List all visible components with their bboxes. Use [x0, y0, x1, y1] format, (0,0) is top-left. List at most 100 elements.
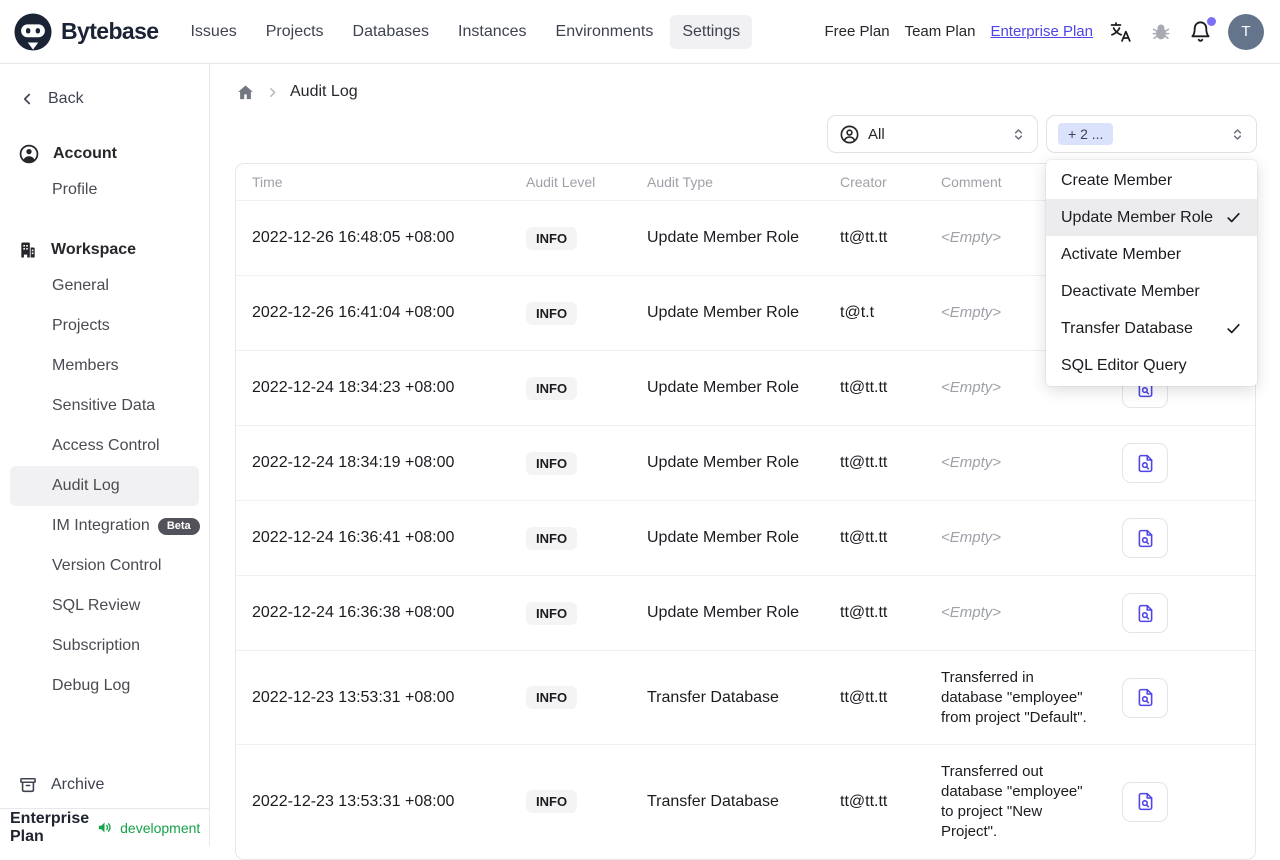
audit-level-badge: INFO: [526, 686, 578, 710]
current-plan-label: Enterprise Plan: [10, 809, 90, 845]
audit-type-cell: Update Member Role: [631, 200, 824, 275]
view-detail-button[interactable]: [1122, 593, 1168, 633]
plan-enterprise-link[interactable]: Enterprise Plan: [990, 23, 1093, 40]
sidebar-item-sensitive-data[interactable]: Sensitive Data: [0, 386, 209, 426]
audit-level-cell: INFO: [510, 350, 631, 425]
menu-item-label: Transfer Database: [1061, 319, 1193, 337]
bytebase-logo-icon: [14, 12, 52, 51]
sidebar-item-access-control[interactable]: Access Control: [0, 426, 209, 466]
menu-item-deactivate-member[interactable]: Deactivate Member: [1046, 273, 1257, 310]
comment-cell: <Empty>: [925, 575, 1106, 650]
user-circle-icon: [18, 143, 40, 165]
plan-team-label: Team Plan: [904, 23, 976, 40]
environment-label: development: [120, 819, 201, 836]
audit-level-cell: INFO: [510, 650, 631, 744]
comment-cell: Transferred in database "employee" from …: [925, 650, 1106, 744]
menu-item-label: Update Member Role: [1061, 208, 1214, 226]
nav-databases[interactable]: Databases: [341, 15, 442, 49]
sidebar-item-audit-log[interactable]: Audit Log: [10, 466, 199, 506]
sidebar-item-label: Audit Log: [52, 477, 120, 494]
view-detail-button[interactable]: [1122, 781, 1168, 822]
menu-item-activate-member[interactable]: Activate Member: [1046, 236, 1257, 273]
sidebar-item-subscription[interactable]: Subscription: [0, 626, 209, 666]
chevron-left-icon: [18, 90, 36, 108]
notifications-bell-icon[interactable]: [1188, 17, 1216, 44]
bug-icon[interactable]: [1148, 19, 1173, 44]
comment-value: Transferred in database "employee" from …: [941, 669, 1087, 726]
audit-time-cell: 2022-12-24 16:36:38 +08:00: [236, 575, 510, 650]
creator-filter-select[interactable]: All: [827, 115, 1038, 153]
nav-settings[interactable]: Settings: [670, 14, 753, 49]
column-header-audit-type: Audit Type: [647, 174, 713, 190]
menu-item-update-member-role[interactable]: Update Member Role: [1046, 199, 1257, 236]
sidebar-item-version-control[interactable]: Version Control: [0, 546, 209, 586]
table-row: 2022-12-24 18:34:19 +08:00 INFO Update Mem…: [236, 425, 1255, 500]
breadcrumb-current: Audit Log: [290, 83, 358, 100]
user-avatar[interactable]: T: [1228, 13, 1264, 50]
filter-row: All + 2 ...: [235, 115, 1257, 153]
audit-time-cell: 2022-12-26 16:41:04 +08:00: [236, 275, 510, 350]
table-row: 2022-12-23 13:53:31 +08:00 INFO Transfer D…: [236, 650, 1255, 744]
audit-level-badge: INFO: [526, 790, 578, 814]
audit-type-cell: Update Member Role: [631, 575, 824, 650]
breadcrumb-chevron-icon: [266, 86, 279, 99]
home-icon[interactable]: [236, 83, 255, 102]
menu-item-create-member[interactable]: Create Member: [1046, 162, 1257, 199]
bytebase-logo[interactable]: Bytebase: [14, 12, 159, 51]
comment-value: <Empty>: [941, 529, 1002, 546]
menu-item-label: Deactivate Member: [1061, 282, 1200, 300]
audit-level-badge: INFO: [526, 376, 578, 400]
topbar-right-group: Free Plan Team Plan Enterprise Plan T: [825, 13, 1264, 50]
sidebar-plan-footer: Enterprise Plan development: [0, 808, 209, 846]
translate-icon[interactable]: [1108, 19, 1133, 44]
menu-item-sql-editor-query[interactable]: SQL Editor Query: [1046, 347, 1257, 384]
building-icon: [18, 240, 38, 260]
archive-label: Archive: [51, 776, 105, 793]
audit-type-cell: Update Member Role: [631, 350, 824, 425]
creator-cell: tt@tt.tt: [824, 575, 925, 650]
comment-value: Transferred out database "employee" to p…: [941, 763, 1083, 840]
menu-item-label: SQL Editor Query: [1061, 356, 1187, 374]
sidebar-item-label: SQL Review: [52, 597, 141, 614]
menu-item-transfer-database[interactable]: Transfer Database: [1046, 310, 1257, 347]
table-row: 2022-12-24 16:36:41 +08:00 INFO Update Mem…: [236, 500, 1255, 575]
sidebar-item-sql-review[interactable]: SQL Review: [0, 586, 209, 626]
sidebar-item-profile[interactable]: Profile: [0, 170, 209, 210]
check-icon: [1225, 320, 1242, 337]
sidebar-item-label: Subscription: [52, 637, 141, 654]
main-content: Audit Log All + 2 ... Time Audit Level A…: [210, 64, 1280, 860]
sidebar-item-general[interactable]: General: [0, 266, 209, 306]
comment-cell: <Empty>: [925, 425, 1106, 500]
nav-instances[interactable]: Instances: [446, 15, 538, 49]
actions-cell: [1106, 744, 1255, 858]
column-header-audit-level: Audit Level: [526, 174, 596, 190]
nav-projects[interactable]: Projects: [254, 15, 336, 49]
file-search-icon: [1135, 687, 1156, 708]
back-button[interactable]: Back: [0, 84, 209, 114]
view-detail-button[interactable]: [1122, 443, 1168, 483]
sidebar-item-debug-log[interactable]: Debug Log: [0, 666, 209, 706]
table-row: 2022-12-23 13:53:31 +08:00 INFO Transfer D…: [236, 744, 1255, 858]
view-detail-button[interactable]: [1122, 518, 1168, 558]
sidebar-item-projects[interactable]: Projects: [0, 306, 209, 346]
nav-environments[interactable]: Environments: [544, 15, 666, 49]
audit-type-cell: Update Member Role: [631, 275, 824, 350]
sidebar-section-label: Account: [53, 145, 117, 162]
sidebar-item-im-integration[interactable]: IM Integration Beta: [0, 506, 209, 546]
comment-value: <Empty>: [941, 379, 1002, 396]
speaker-icon[interactable]: [96, 819, 113, 836]
sidebar-item-members[interactable]: Members: [0, 346, 209, 386]
audit-type-filter-select[interactable]: + 2 ...: [1046, 115, 1257, 153]
comment-value: <Empty>: [941, 229, 1002, 246]
audit-type-dropdown-menu: Create Member Update Member Role Activate …: [1046, 160, 1257, 386]
notification-dot: [1207, 17, 1216, 26]
audit-level-cell: INFO: [510, 500, 631, 575]
creator-cell: tt@tt.tt: [824, 744, 925, 858]
nav-issues[interactable]: Issues: [178, 15, 248, 49]
creator-cell: tt@tt.tt: [824, 350, 925, 425]
audit-level-badge: INFO: [526, 301, 578, 325]
view-detail-button[interactable]: [1122, 677, 1168, 718]
comment-value: <Empty>: [941, 304, 1002, 321]
sidebar-item-archive[interactable]: Archive: [0, 762, 209, 808]
file-search-icon: [1135, 603, 1156, 624]
